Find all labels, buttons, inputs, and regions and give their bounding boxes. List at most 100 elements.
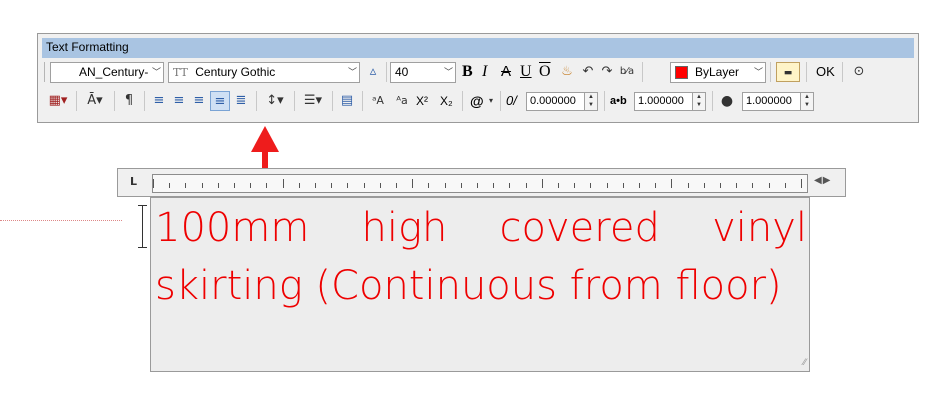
text-color-value: ByLayer [695, 65, 740, 79]
ruler-tick [217, 183, 219, 188]
bold-button[interactable]: B [462, 62, 473, 82]
ok-button[interactable]: OK [816, 62, 835, 82]
ruler-tick [153, 179, 154, 188]
ruler-tick [671, 179, 673, 188]
redo-icon[interactable]: ↷ [598, 62, 616, 82]
ruler-tick [801, 179, 802, 188]
align-left-icon[interactable]: ≡ [150, 91, 168, 111]
columns-icon[interactable]: ▦▾ [46, 91, 70, 111]
ruler-tick [525, 183, 527, 188]
options-icon[interactable]: ⊙ [850, 62, 868, 82]
ruler-scroll-icon[interactable]: ◀▶ [814, 175, 831, 186]
chevron-down-icon[interactable]: ▾ [486, 91, 496, 111]
line-spacing-icon[interactable]: ↕▾ [262, 91, 288, 111]
tracking-input[interactable]: 1.000000 ▲ ▼ [634, 92, 706, 111]
undo-icon[interactable]: ↶ [579, 62, 597, 82]
ruler-tick [266, 183, 268, 188]
overline-button[interactable]: O [539, 62, 551, 82]
ruler-track[interactable] [152, 174, 808, 193]
toolbar-row-2: ▦▾ Ā▾ ¶ ≡ ≡ ≡ ≡ ≣ ↕▾ ☰▾ ▤ ᵃA ᴬa X² X₂ @ … [42, 88, 916, 114]
ruler-tick [558, 183, 559, 188]
resize-grip-icon[interactable]: ⁄⁄ [803, 358, 806, 368]
ruler-tick [363, 183, 365, 188]
distribute-icon[interactable]: ≣ [232, 91, 250, 111]
mtext-editor[interactable]: 100mm high covered vinyl skirting (Conti… [150, 197, 810, 372]
ruler-tick [379, 183, 381, 188]
ruler-tick [509, 183, 511, 188]
chevron-down-icon: ﹀ [346, 63, 359, 82]
justify-icon[interactable]: ≡ [210, 91, 230, 111]
ruler-tick [622, 183, 624, 188]
font-value: Century Gothic [195, 65, 276, 79]
stack-icon[interactable]: b⁄a [618, 62, 636, 82]
text-formatting-toolbar: Text Formatting AN_Century- ﹀ TT Century… [37, 33, 919, 123]
ruler-tick [590, 183, 592, 188]
chevron-down-icon: ﹀ [150, 63, 163, 82]
chevron-down-icon: ﹀ [752, 63, 765, 82]
ruler-tick [720, 183, 721, 188]
ruler-tick [298, 183, 300, 188]
symbol-button[interactable]: @ [470, 91, 484, 111]
ruler-tick [541, 179, 543, 188]
align-right-icon[interactable]: ≡ [190, 91, 208, 111]
annotative-icon[interactable]: ▵ [364, 62, 382, 82]
mtext-content[interactable]: 100mm high covered vinyl skirting (Conti… [155, 199, 807, 315]
mtext-ruler[interactable]: L ◀▶ [117, 168, 846, 197]
width-factor-icon: ● [720, 93, 734, 109]
chevron-down-icon: ﹀ [442, 63, 455, 82]
uppercase-icon[interactable]: ᵃA [368, 91, 388, 111]
spinner-icon[interactable]: ▲ ▼ [800, 93, 813, 110]
superscript-button[interactable]: X² [416, 91, 428, 111]
ruler-tick [169, 183, 171, 188]
ruler-tick [703, 183, 705, 188]
text-style-select[interactable]: AN_Century- ﹀ [50, 62, 164, 83]
width-factor-input[interactable]: 1.000000 ▲ ▼ [742, 92, 814, 111]
ruler-tick [477, 183, 478, 188]
ruler-tick [315, 183, 316, 188]
ruler-tick [493, 183, 495, 188]
ruler-tick [768, 183, 770, 188]
ruler-tick [201, 183, 203, 188]
grip-handle[interactable] [44, 62, 45, 82]
ruler-tick [752, 183, 754, 188]
ruler-tick [428, 183, 430, 188]
numbering-icon[interactable]: ☰▾ [300, 91, 326, 111]
paragraph-icon[interactable]: ¶ [120, 91, 138, 111]
tracking-icon: a•b [610, 95, 627, 107]
align-center-icon[interactable]: ≡ [170, 91, 188, 111]
match-properties-icon[interactable]: ♨ [558, 62, 576, 82]
text-height-select[interactable]: 40 ﹀ [390, 62, 456, 83]
insert-field-icon[interactable]: ▤ [338, 91, 356, 111]
oblique-angle-input[interactable]: 0.000000 ▲ ▼ [526, 92, 598, 111]
spinner-icon[interactable]: ▲ ▼ [584, 93, 597, 110]
text-style-value: AN_Century- [79, 65, 149, 79]
mtext-justification-icon[interactable]: Ā▾ [82, 91, 108, 111]
subscript-button[interactable]: X₂ [440, 91, 453, 111]
italic-button[interactable]: I [482, 62, 487, 82]
truetype-font-icon: TT [173, 66, 188, 79]
toolbar-title: Text Formatting [42, 38, 914, 58]
strikethrough-button[interactable]: A [501, 62, 511, 82]
underline-button[interactable]: U [520, 62, 532, 82]
tracking-value: 1.000000 [638, 95, 684, 107]
color-swatch [675, 66, 688, 79]
ruler-tick [460, 183, 462, 188]
lowercase-icon[interactable]: ᴬa [392, 91, 412, 111]
ruler-tick [396, 183, 397, 188]
tab-type-icon[interactable]: L [130, 175, 137, 188]
ruler-tick [331, 183, 333, 188]
ruler-tick [574, 183, 576, 188]
width-factor-value: 1.000000 [746, 95, 792, 107]
text-color-select[interactable]: ByLayer ﹀ [670, 62, 766, 83]
ruler-tick [784, 183, 786, 188]
ruler-toggle-icon[interactable]: ▬ [776, 62, 800, 82]
ruler-tick [606, 183, 608, 188]
ruler-tick [185, 183, 187, 188]
ruler-tick [639, 183, 640, 188]
spinner-icon[interactable]: ▲ ▼ [692, 93, 705, 110]
ruler-tick [412, 179, 414, 188]
font-select[interactable]: TT Century Gothic ﹀ [168, 62, 360, 83]
ruler-tick [347, 183, 349, 188]
ruler-tick [655, 183, 657, 188]
ruler-tick [250, 183, 252, 188]
